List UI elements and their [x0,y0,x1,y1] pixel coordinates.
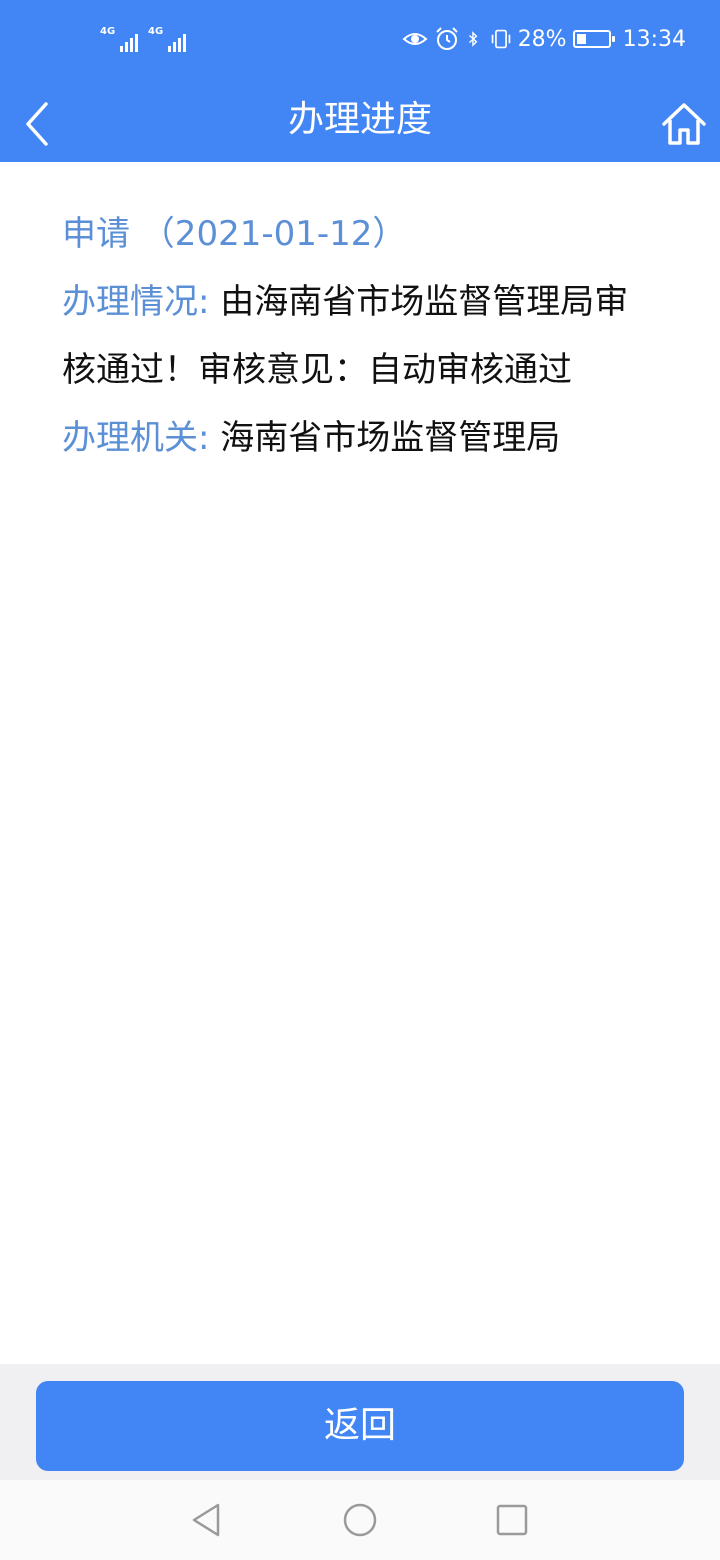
eye-icon [402,33,428,45]
back-triangle-icon[interactable] [186,1500,226,1540]
apply-date-line: 申请 （2021-01-12） [62,214,407,254]
signal-1: 4G [100,26,138,52]
clock: 13:34 [622,26,686,52]
home-button[interactable] [658,98,710,150]
app-header: 办理进度 [0,84,720,162]
signal-bars-icon [120,34,138,52]
page-title: 办理进度 [287,99,432,140]
authority-row: 办理机关: 海南省市场监督管理局 [62,404,662,472]
vibrate-icon [491,29,510,49]
battery-percent: 28% [517,26,567,52]
return-button[interactable]: 返回 [36,1381,684,1471]
top-bar: 4G 4G 28% 13:34 办理进度 [0,0,720,162]
progress-content: 申请 （2021-01-12） 办理情况: 由海南省市场监督管理局审核通过！审核… [62,200,662,472]
recents-square-icon[interactable] [492,1500,532,1540]
home-circle-icon[interactable] [340,1500,380,1540]
system-nav-bar [0,1480,720,1560]
signal-2: 4G [148,26,186,52]
footer-area: 返回 [0,1364,720,1480]
status-bar: 4G 4G 28% 13:34 [0,0,720,84]
authority-value: 海南省市场监督管理局 [220,418,561,458]
authority-label: 办理机关: [62,418,210,458]
status-row: 办理情况: 由海南省市场监督管理局审核通过！审核意见：自动审核通过 [62,268,662,404]
signal-bars-icon [168,34,186,52]
home-icon [662,103,706,145]
signal-group: 4G 4G [100,26,186,52]
network-type-2: 4G [148,26,164,37]
battery-icon [572,30,615,48]
screen: 4G 4G 28% 13:34 办理进度 申请 （2021-01-12） 办理情… [0,0,720,1560]
network-type-1: 4G [100,26,116,37]
alarm-icon [435,27,458,50]
status-label: 办理情况: [62,282,210,322]
bluetooth-icon [468,31,478,47]
status-right: 28% 13:34 [402,26,686,52]
